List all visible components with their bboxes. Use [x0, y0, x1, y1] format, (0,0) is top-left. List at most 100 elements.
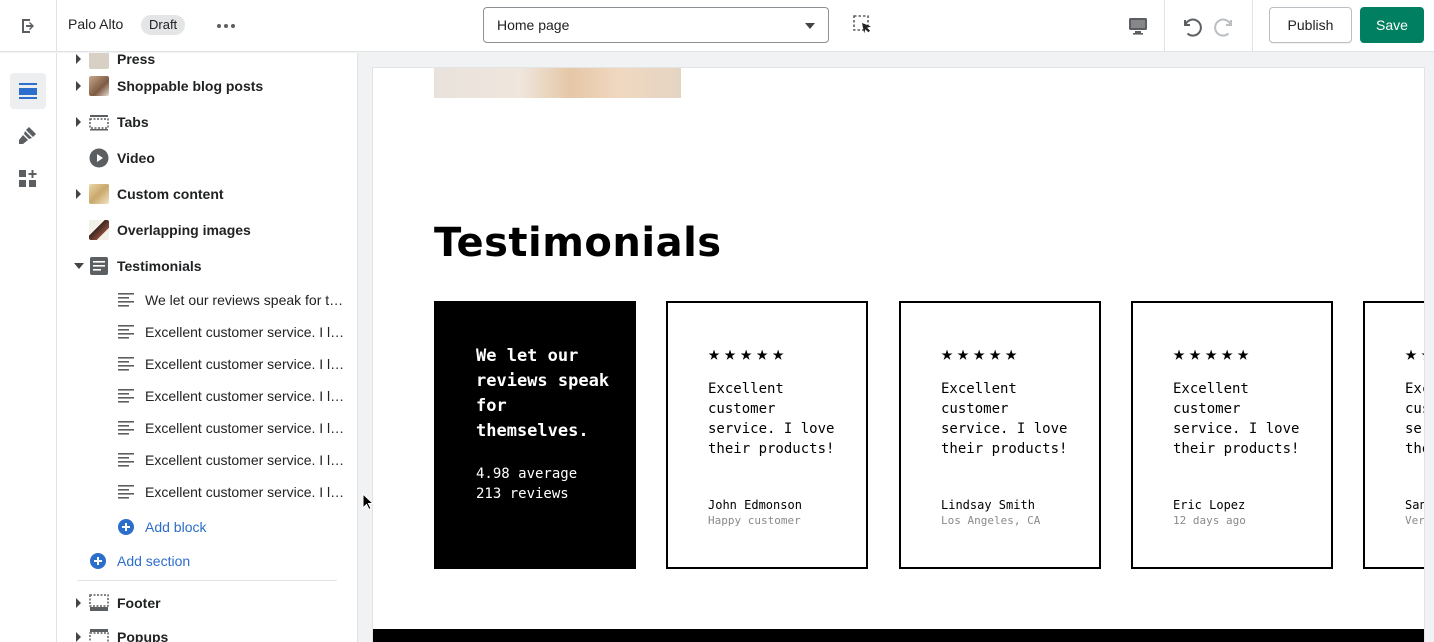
desktop-view-icon[interactable] [1124, 12, 1152, 40]
footer-layout-icon [89, 593, 109, 613]
block-item[interactable]: Excellent customer service. I love their… [57, 476, 357, 508]
sidebar-item-custom-content[interactable]: Custom content [57, 176, 357, 212]
sidebar-item-label: Custom content [117, 186, 224, 202]
chevron-right-icon [76, 598, 81, 608]
block-item-label: Excellent customer service. I love their… [145, 420, 350, 436]
theme-preview: Testimonials We let our reviews speak fo… [373, 68, 1424, 642]
testimonial-card: ★★★★★ Excellent customer service. I love… [1131, 301, 1333, 569]
divider [77, 580, 337, 581]
inspector-icon[interactable] [851, 13, 877, 39]
divider [1252, 0, 1253, 52]
chevron-right-icon [76, 189, 81, 199]
average-rating: 4.98 average [476, 466, 578, 482]
hero-image [434, 68, 681, 98]
testimonial-meta: Verified [1405, 514, 1424, 527]
image-thumb-icon [89, 53, 109, 69]
testimonial-meta: Los Angeles, CA [941, 514, 1041, 527]
testimonial-author: Lindsay Smith [941, 498, 1035, 512]
apps-tab[interactable] [10, 161, 46, 197]
chevron-right-icon [76, 81, 81, 91]
sidebar-item-video[interactable]: Video [57, 140, 357, 176]
sidebar-item-label: Testimonials [117, 258, 202, 274]
intro-headline: We let our reviews speak for themselves. [476, 346, 610, 441]
sidebar-item-label: Video [117, 150, 155, 166]
block-item-label: Excellent customer service. I love their… [145, 388, 350, 404]
block-item-label: Excellent customer service. I love their… [145, 356, 350, 372]
undo-icon[interactable] [1176, 12, 1204, 40]
sections-sidebar: Press Shoppable blog posts Tabs Video Cu… [57, 53, 358, 642]
testimonial-quote: Excellent customer service. I love their… [1405, 381, 1424, 457]
ellipsis-icon [217, 24, 235, 28]
sidebar-item-popups[interactable]: Popups [57, 619, 357, 642]
publish-button[interactable]: Publish [1269, 7, 1352, 43]
image-thumb-icon [89, 76, 109, 96]
text-align-icon [118, 357, 134, 371]
page-selector[interactable]: Home page [483, 7, 829, 43]
sidebar-item-label: Press [117, 53, 156, 67]
testimonial-author: John Edmonson [708, 498, 802, 512]
add-section-button[interactable]: Add section [90, 550, 190, 572]
block-item[interactable]: Excellent customer service. I love their… [57, 348, 357, 380]
sidebar-item-overlapping-images[interactable]: Overlapping images [57, 212, 357, 248]
sections-tab[interactable] [10, 73, 46, 109]
chevron-right-icon [76, 632, 81, 642]
block-item-label: Excellent customer service. I love their… [145, 452, 350, 468]
testimonial-quote: Excellent customer service. I love their… [708, 381, 835, 457]
text-align-icon [118, 389, 134, 403]
popup-layout-icon [89, 627, 109, 642]
testimonial-author: Sandra [1405, 498, 1424, 512]
sidebar-item-footer[interactable]: Footer [57, 585, 357, 621]
testimonial-quote: Excellent customer service. I love their… [1173, 381, 1300, 457]
star-rating-icon: ★★★★★ [1173, 341, 1254, 365]
chevron-right-icon [76, 117, 81, 127]
chevron-down-icon [74, 263, 84, 269]
add-block-button[interactable]: Add block [118, 516, 206, 538]
testimonial-intro-card: We let our reviews speak for themselves.… [434, 301, 636, 569]
block-item-label: Excellent customer service. I love their… [145, 484, 350, 500]
testimonial-card: ★★★★★ Excellent customer service. I love… [1363, 301, 1424, 569]
plus-circle-icon [90, 553, 106, 569]
sidebar-item-label: Shoppable blog posts [117, 78, 264, 94]
block-item[interactable]: Excellent customer service. I love their… [57, 412, 357, 444]
testimonial-author: Eric Lopez [1173, 498, 1246, 512]
review-count: 213 reviews [476, 486, 569, 502]
sidebar-item-label: Popups [117, 629, 169, 642]
testimonial-quote: Excellent customer service. I love their… [941, 381, 1068, 457]
save-button[interactable]: Save [1360, 7, 1424, 43]
sidebar-item-label: Tabs [117, 114, 149, 130]
sidebar-item-label: Overlapping images [117, 222, 251, 238]
more-actions-button[interactable] [212, 12, 240, 40]
testimonial-card: ★★★★★ Excellent customer service. I love… [666, 301, 868, 569]
brush-icon [19, 127, 36, 144]
sidebar-item-label: Footer [117, 595, 161, 611]
rating-summary: 4.98 average 213 reviews [476, 464, 577, 504]
divider [56, 0, 57, 52]
block-item[interactable]: Excellent customer service. I love their… [57, 316, 357, 348]
theme-settings-tab[interactable] [10, 117, 46, 153]
testimonials-heading: Testimonials [434, 220, 722, 266]
block-item[interactable]: Excellent customer service. I love their… [57, 380, 357, 412]
text-align-icon [118, 453, 134, 467]
testimonial-meta: Happy customer [708, 514, 801, 527]
sidebar-item-tabs[interactable]: Tabs [57, 104, 357, 140]
block-item-label: Excellent customer service. I love their… [145, 324, 350, 340]
chevron-down-icon [805, 23, 815, 29]
page-selector-value: Home page [497, 17, 570, 33]
sidebar-item-testimonials[interactable]: Testimonials [57, 248, 357, 284]
star-rating-icon: ★★★★★ [1405, 341, 1424, 365]
play-icon [89, 148, 109, 168]
divider [1164, 0, 1165, 52]
block-item[interactable]: We let our reviews speak for themselves. [57, 284, 357, 316]
next-section-bar [373, 629, 1424, 642]
sidebar-item-shoppable-blog-posts[interactable]: Shoppable blog posts [57, 68, 357, 104]
icon-rail [0, 53, 57, 642]
redo-icon[interactable] [1212, 12, 1240, 40]
exit-icon[interactable] [14, 12, 42, 40]
mouse-cursor-icon [362, 493, 374, 511]
text-align-icon [118, 421, 134, 435]
image-thumb-icon [89, 220, 109, 240]
block-item[interactable]: Excellent customer service. I love their… [57, 444, 357, 476]
testimonial-card: ★★★★★ Excellent customer service. I love… [899, 301, 1101, 569]
testimonial-meta: 12 days ago [1173, 514, 1246, 527]
star-rating-icon: ★★★★★ [708, 341, 789, 365]
